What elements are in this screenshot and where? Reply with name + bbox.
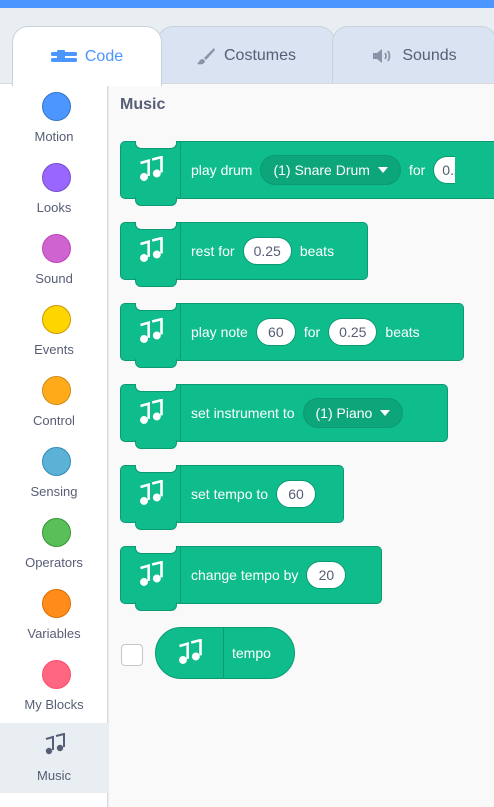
block-text: play drum <box>191 162 253 178</box>
music-note-icon <box>121 385 181 441</box>
category-motion[interactable]: Motion <box>0 84 108 154</box>
music-note-icon <box>121 304 181 360</box>
tab-sounds-label: Sounds <box>402 46 457 64</box>
control-category-dot <box>42 376 71 405</box>
category-sound[interactable]: Sound <box>0 226 108 296</box>
motion-category-dot <box>42 92 71 121</box>
sound-category-dot <box>42 234 71 263</box>
category-menu: Motion Looks Sound Events Control Sensin… <box>0 83 108 807</box>
tempo-reporter-block[interactable]: tempo <box>155 627 295 679</box>
music-note-icon <box>42 732 68 762</box>
category-label: Control <box>33 413 75 428</box>
category-label: My Blocks <box>24 697 84 712</box>
category-sensing[interactable]: Sensing <box>0 439 108 509</box>
music-note-icon <box>121 142 181 198</box>
note-beats-input[interactable]: 0.25 <box>328 318 378 346</box>
chevron-down-icon <box>377 167 388 173</box>
events-category-dot <box>42 305 71 334</box>
block-text: play note <box>191 324 248 340</box>
block-palette: Music play drum (1) Snare Drum for 0.25 … <box>109 83 494 807</box>
play-note-block[interactable]: play note 60 for 0.25 beats <box>120 303 464 368</box>
looks-category-dot <box>42 163 71 192</box>
my-blocks-category-dot <box>42 660 71 689</box>
category-variables[interactable]: Variables <box>0 581 108 651</box>
variables-category-dot <box>42 589 71 618</box>
music-note-icon <box>121 223 181 279</box>
beats-input[interactable]: 0.25 <box>433 156 456 184</box>
category-label: Operators <box>25 555 83 570</box>
rest-beats-input[interactable]: 0.25 <box>242 237 292 265</box>
block-text: change tempo by <box>191 567 299 583</box>
music-note-icon <box>121 547 181 603</box>
set-instrument-block[interactable]: set instrument to (1) Piano <box>120 384 448 449</box>
set-tempo-block[interactable]: set tempo to 60 <box>120 465 344 530</box>
category-label: Events <box>34 342 74 357</box>
category-label: Sensing <box>30 484 78 499</box>
block-text-for: for <box>408 162 426 178</box>
block-text-unit: beats <box>385 324 420 340</box>
note-input[interactable]: 60 <box>255 318 296 346</box>
tab-costumes[interactable]: Costumes <box>157 26 335 84</box>
category-label: Variables <box>27 626 81 641</box>
chevron-down-icon <box>380 410 391 416</box>
category-control[interactable]: Control <box>0 368 108 438</box>
music-note-icon <box>156 628 224 678</box>
category-my-blocks[interactable]: My Blocks <box>0 652 108 722</box>
category-music[interactable]: Music <box>0 723 108 793</box>
sensing-category-dot <box>42 447 71 476</box>
tab-code-label: Code <box>84 47 124 65</box>
reporter-text: tempo <box>232 645 271 661</box>
block-text: set instrument to <box>191 405 295 421</box>
block-text: set tempo to <box>191 486 269 502</box>
editor-tab-bar: Code Costumes Sounds <box>0 8 494 86</box>
tempo-reporter-row: tempo <box>109 627 494 683</box>
speaker-icon <box>372 48 394 64</box>
code-icon <box>50 49 77 64</box>
tempo-change-input[interactable]: 20 <box>306 561 347 589</box>
category-looks[interactable]: Looks <box>0 155 108 225</box>
tab-code[interactable]: Code <box>12 26 162 86</box>
tab-costumes-label: Costumes <box>223 46 297 64</box>
category-label: Music <box>37 768 71 783</box>
block-text: rest for <box>191 243 235 259</box>
operators-category-dot <box>42 518 71 547</box>
drum-dropdown[interactable]: (1) Snare Drum <box>260 155 401 185</box>
tempo-input[interactable]: 60 <box>276 480 317 508</box>
block-text-unit: beats <box>299 243 335 259</box>
rest-for-block[interactable]: rest for 0.25 beats <box>120 222 368 287</box>
category-label: Sound <box>35 271 73 286</box>
play-drum-block[interactable]: play drum (1) Snare Drum for 0.25 <box>120 141 494 206</box>
drum-dropdown-value: (1) Snare Drum <box>273 162 370 178</box>
section-title: Music <box>120 96 166 113</box>
category-label: Motion <box>34 129 74 144</box>
category-operators[interactable]: Operators <box>0 510 108 580</box>
category-events[interactable]: Events <box>0 297 108 367</box>
brush-icon <box>196 46 216 66</box>
music-note-icon <box>121 466 181 522</box>
top-accent-strip <box>0 0 494 8</box>
instrument-dropdown[interactable]: (1) Piano <box>302 398 404 428</box>
block-text-for: for <box>303 324 321 340</box>
change-tempo-block[interactable]: change tempo by 20 <box>120 546 382 611</box>
instrument-dropdown-value: (1) Piano <box>315 405 373 421</box>
category-label: Looks <box>36 200 72 215</box>
tempo-monitor-checkbox[interactable] <box>121 644 143 666</box>
tab-sounds[interactable]: Sounds <box>332 26 494 84</box>
